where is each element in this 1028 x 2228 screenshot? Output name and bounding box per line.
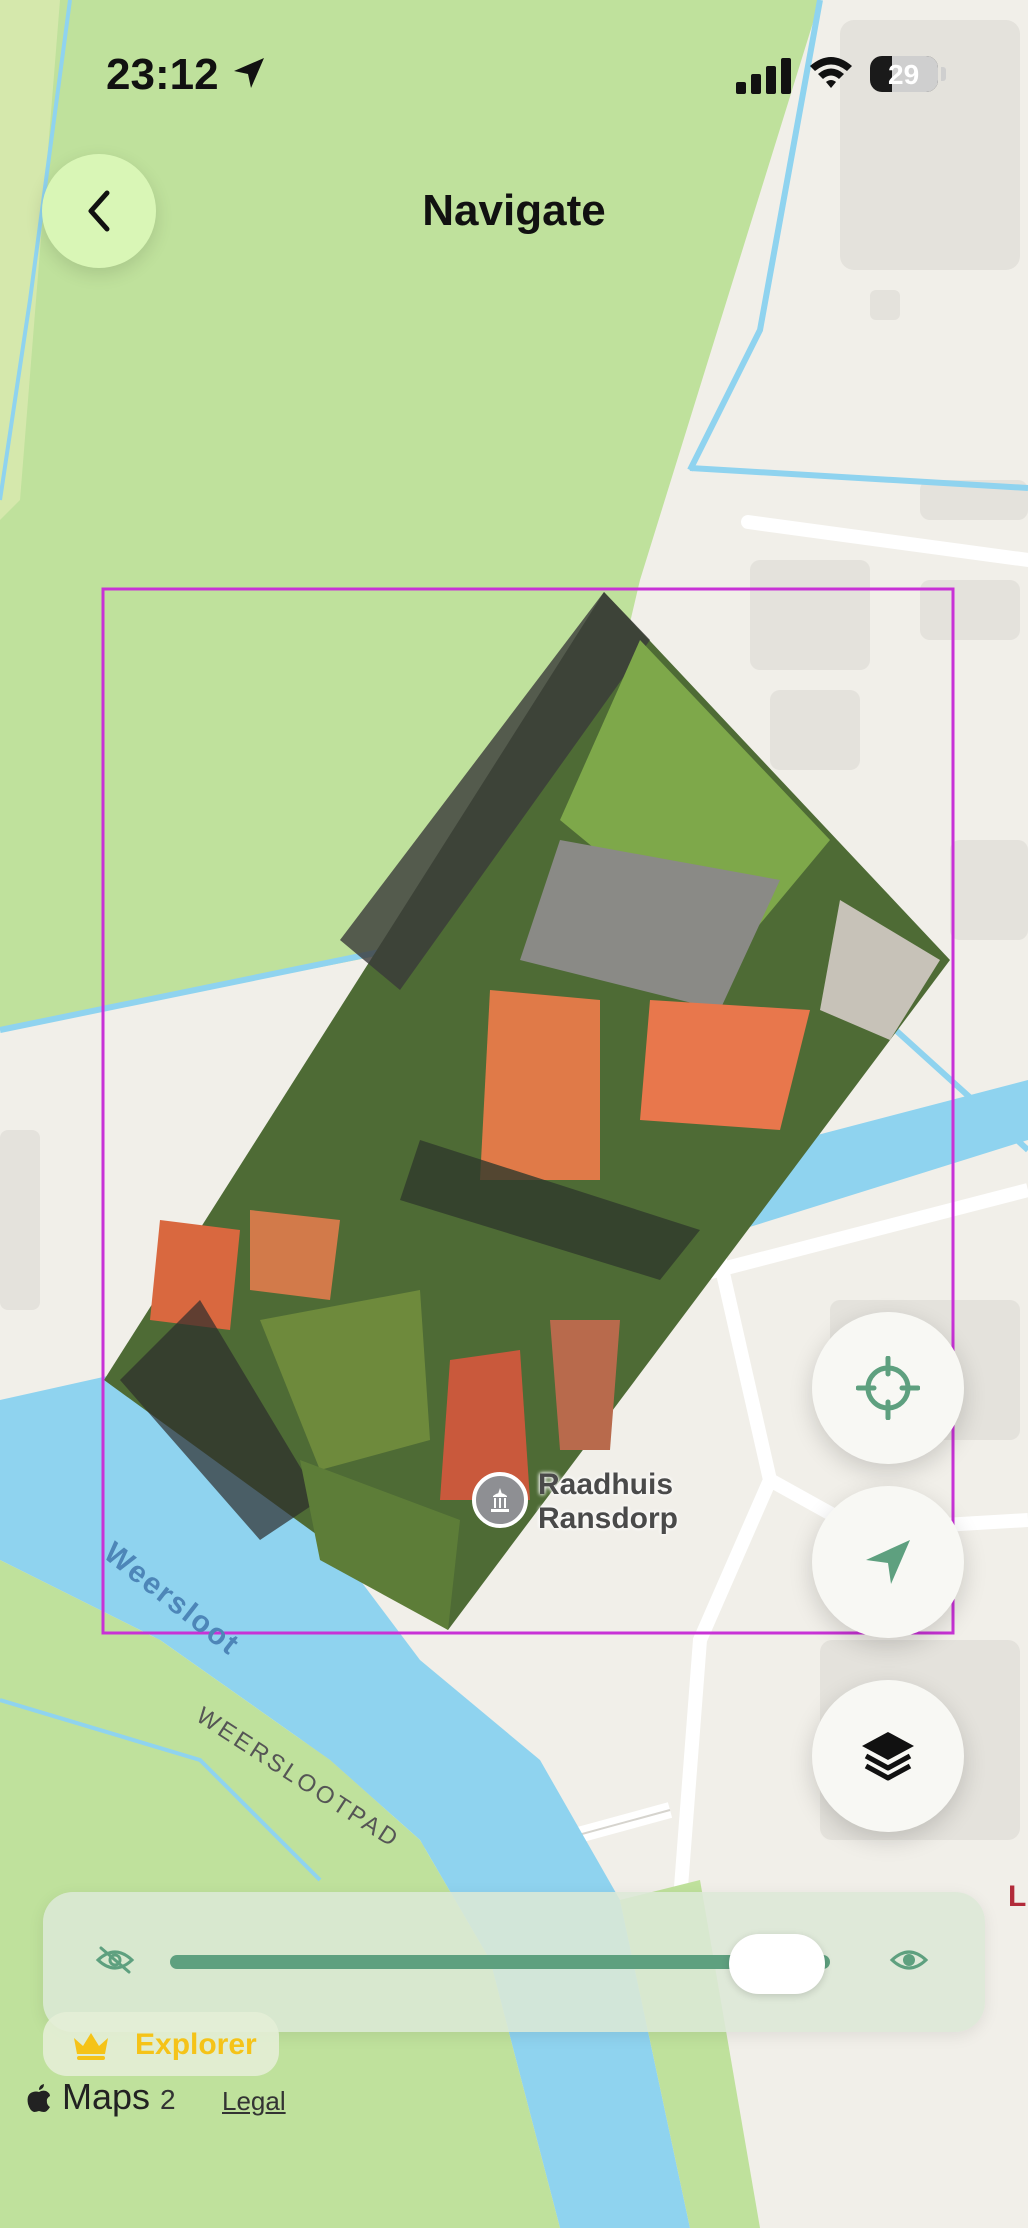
navigation-icon (866, 1540, 910, 1584)
layers-icon (862, 1732, 914, 1781)
attribution-number: 2 (160, 2084, 176, 2115)
status-bar: 23:12 29 (0, 0, 1028, 150)
poi-name-line1: Raadhuis (538, 1468, 674, 1501)
signal-icon (736, 58, 791, 94)
recenter-button[interactable] (812, 1312, 964, 1464)
crosshair-icon (856, 1356, 920, 1420)
apple-logo-icon (27, 2084, 50, 2112)
location-arrow-icon (234, 58, 264, 88)
opacity-panel (43, 1892, 985, 2032)
explorer-badge[interactable]: Explorer (43, 2012, 279, 2076)
maps-attribution: Maps 2 Legal (26, 2076, 286, 2118)
battery-icon: 29 (870, 56, 938, 92)
poi-label[interactable]: Raadhuis Ransdorp (538, 1468, 678, 1536)
maps-wordmark: Maps (62, 2076, 151, 2117)
navigate-button[interactable] (812, 1486, 964, 1638)
eye-icon[interactable] (889, 1944, 929, 1976)
status-time: 23:12 (106, 50, 219, 99)
poi-name-line2: Ransdorp (538, 1502, 679, 1535)
page-title: Navigate (422, 186, 606, 235)
eye-off-icon[interactable] (95, 1944, 135, 1976)
wifi-icon (810, 57, 852, 88)
edge-label: L (1008, 1880, 1027, 1913)
explorer-label: Explorer (135, 2028, 257, 2061)
opacity-slider-thumb[interactable] (729, 1934, 826, 1994)
legal-link[interactable]: Legal (222, 2086, 286, 2117)
battery-level: 29 (888, 59, 920, 90)
layers-button[interactable] (812, 1680, 964, 1832)
crown-icon (74, 2033, 108, 2060)
town-hall-icon[interactable] (472, 1472, 528, 1528)
